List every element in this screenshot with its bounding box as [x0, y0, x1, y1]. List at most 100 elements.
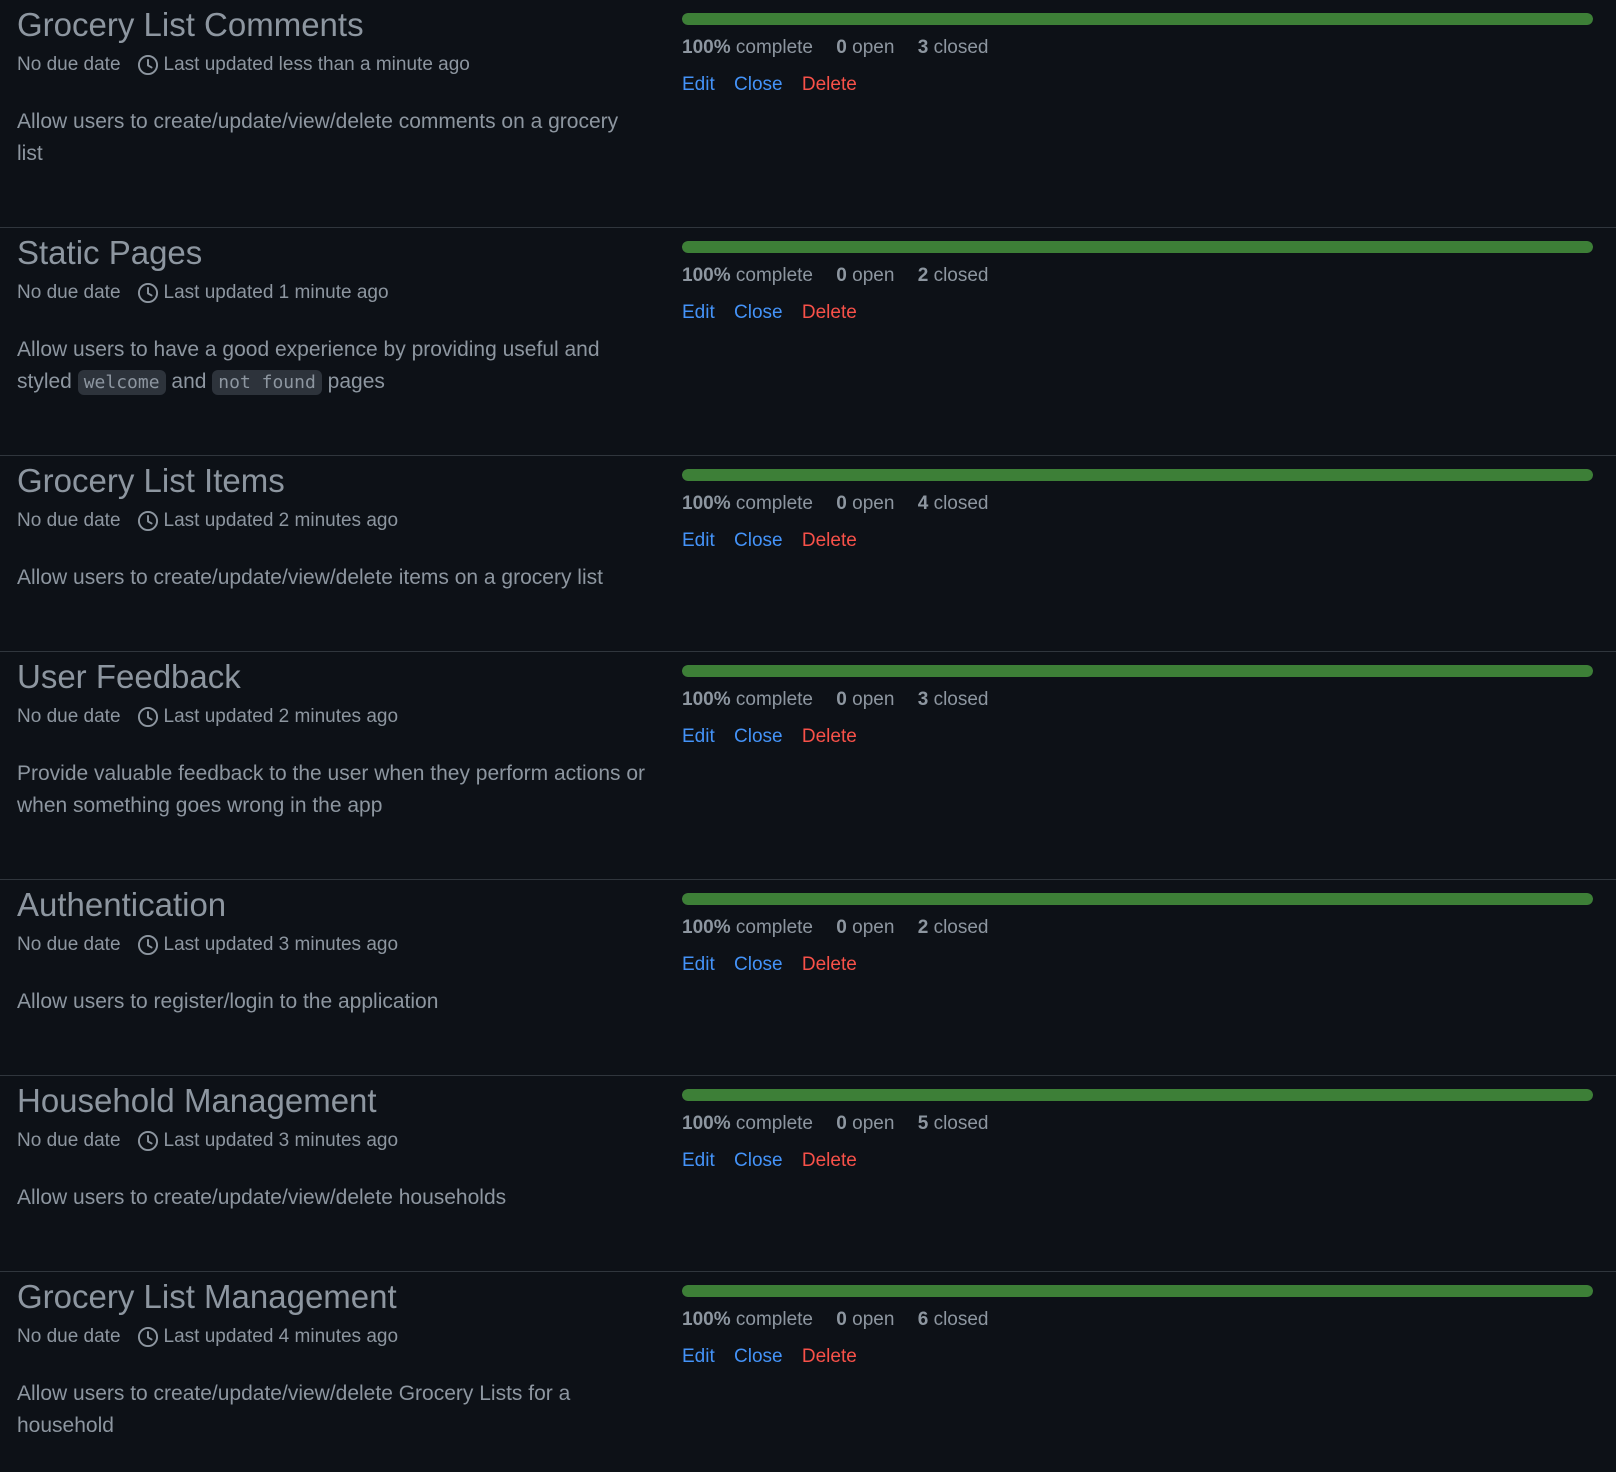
delete-link[interactable]: Delete — [802, 302, 857, 323]
due-date: No due date — [17, 934, 121, 955]
milestone-stats: 100% complete 0 open 3 closed — [682, 686, 1006, 714]
milestone-stats: 100% complete 0 open 5 closed — [682, 1110, 1006, 1138]
milestone-meta: No due date Last updated less than a min… — [17, 51, 470, 79]
milestone-item: Household Management No due date Last up… — [0, 1076, 1616, 1272]
inline-code: not found — [212, 370, 322, 395]
edit-link[interactable]: Edit — [682, 302, 715, 323]
progress-bar-fill — [682, 1285, 1593, 1297]
open-count[interactable]: 0 open — [836, 689, 894, 710]
description-text: Allow users to create/update/view/delete… — [17, 1186, 507, 1209]
edit-link[interactable]: Edit — [682, 1150, 715, 1171]
due-date: No due date — [17, 706, 121, 727]
close-link[interactable]: Close — [734, 74, 783, 95]
close-link[interactable]: Close — [734, 1150, 783, 1171]
percent-complete: 100% complete — [682, 493, 813, 514]
clock-icon — [137, 54, 158, 76]
open-count[interactable]: 0 open — [836, 265, 894, 286]
milestone-title[interactable]: Static Pages — [17, 233, 202, 273]
milestone-meta: No due date Last updated 3 minutes ago — [17, 931, 398, 959]
inline-code: welcome — [77, 370, 166, 395]
clock-icon — [137, 934, 158, 956]
milestone-description: Allow users to create/update/view/delete… — [17, 1378, 647, 1442]
closed-count[interactable]: 6 closed — [918, 1309, 989, 1330]
open-count[interactable]: 0 open — [836, 917, 894, 938]
percent-complete: 100% complete — [682, 917, 813, 938]
due-date: No due date — [17, 1130, 121, 1151]
milestone-item: Grocery List Items No due date Last upda… — [0, 456, 1616, 652]
milestone-stats: 100% complete 0 open 4 closed — [682, 490, 1006, 518]
clock-icon — [137, 1326, 158, 1348]
delete-link[interactable]: Delete — [802, 74, 857, 95]
close-link[interactable]: Close — [734, 1346, 783, 1367]
percent-complete: 100% complete — [682, 37, 813, 58]
edit-link[interactable]: Edit — [682, 1346, 715, 1367]
edit-link[interactable]: Edit — [682, 530, 715, 551]
milestone-actions: Edit Close Delete — [682, 71, 871, 99]
description-text: Allow users to register/login to the app… — [17, 990, 439, 1013]
milestone-description: Allow users to have a good experience by… — [17, 334, 647, 399]
milestone-item: Authentication No due date Last updated … — [0, 880, 1616, 1076]
closed-count[interactable]: 4 closed — [918, 493, 989, 514]
delete-link[interactable]: Delete — [802, 726, 857, 747]
edit-link[interactable]: Edit — [682, 954, 715, 975]
milestone-actions: Edit Close Delete — [682, 723, 871, 751]
description-text: pages — [321, 370, 385, 393]
last-updated: Last updated 1 minute ago — [163, 282, 389, 303]
open-count[interactable]: 0 open — [836, 493, 894, 514]
milestone-item: Grocery List Management No due date Last… — [0, 1272, 1616, 1472]
milestone-actions: Edit Close Delete — [682, 951, 871, 979]
due-date: No due date — [17, 1326, 121, 1347]
last-updated: Last updated 3 minutes ago — [163, 1130, 399, 1151]
percent-complete: 100% complete — [682, 689, 813, 710]
milestone-title[interactable]: Grocery List Comments — [17, 5, 364, 45]
closed-count[interactable]: 2 closed — [918, 265, 989, 286]
progress-bar — [682, 469, 1593, 481]
due-date: No due date — [17, 54, 121, 75]
close-link[interactable]: Close — [734, 530, 783, 551]
milestone-title[interactable]: Grocery List Management — [17, 1277, 397, 1317]
open-count[interactable]: 0 open — [836, 1113, 894, 1134]
progress-bar-fill — [682, 241, 1593, 253]
progress-bar-fill — [682, 893, 1593, 905]
description-text: Allow users to create/update/view/delete… — [17, 566, 603, 589]
percent-complete: 100% complete — [682, 265, 813, 286]
closed-count[interactable]: 5 closed — [918, 1113, 989, 1134]
description-text: Provide valuable feedback to the user wh… — [17, 762, 646, 817]
milestone-meta: No due date Last updated 2 minutes ago — [17, 703, 398, 731]
milestone-stats: 100% complete 0 open 2 closed — [682, 914, 1006, 942]
open-count[interactable]: 0 open — [836, 1309, 894, 1330]
percent-complete: 100% complete — [682, 1309, 813, 1330]
open-count[interactable]: 0 open — [836, 37, 894, 58]
close-link[interactable]: Close — [734, 954, 783, 975]
last-updated: Last updated 2 minutes ago — [163, 510, 399, 531]
clock-icon — [137, 706, 158, 728]
clock-icon — [137, 1130, 158, 1152]
milestone-description: Allow users to create/update/view/delete… — [17, 1182, 647, 1214]
closed-count[interactable]: 3 closed — [918, 37, 989, 58]
delete-link[interactable]: Delete — [802, 1150, 857, 1171]
milestone-description: Allow users to create/update/view/delete… — [17, 562, 647, 594]
milestone-actions: Edit Close Delete — [682, 1343, 871, 1371]
edit-link[interactable]: Edit — [682, 74, 715, 95]
delete-link[interactable]: Delete — [802, 1346, 857, 1367]
close-link[interactable]: Close — [734, 726, 783, 747]
milestone-title[interactable]: Authentication — [17, 885, 226, 925]
progress-bar-fill — [682, 665, 1593, 677]
edit-link[interactable]: Edit — [682, 726, 715, 747]
delete-link[interactable]: Delete — [802, 954, 857, 975]
milestone-description: Allow users to create/update/view/delete… — [17, 106, 647, 170]
milestone-meta: No due date Last updated 4 minutes ago — [17, 1323, 398, 1351]
closed-count[interactable]: 2 closed — [918, 917, 989, 938]
close-link[interactable]: Close — [734, 302, 783, 323]
milestone-title[interactable]: User Feedback — [17, 657, 241, 697]
progress-bar-fill — [682, 13, 1593, 25]
milestone-actions: Edit Close Delete — [682, 299, 871, 327]
delete-link[interactable]: Delete — [802, 530, 857, 551]
milestone-actions: Edit Close Delete — [682, 1147, 871, 1175]
milestone-title[interactable]: Household Management — [17, 1081, 377, 1121]
milestone-title[interactable]: Grocery List Items — [17, 461, 285, 501]
milestone-stats: 100% complete 0 open 2 closed — [682, 262, 1006, 290]
closed-count[interactable]: 3 closed — [918, 689, 989, 710]
last-updated: Last updated 3 minutes ago — [163, 934, 399, 955]
progress-bar — [682, 241, 1593, 253]
